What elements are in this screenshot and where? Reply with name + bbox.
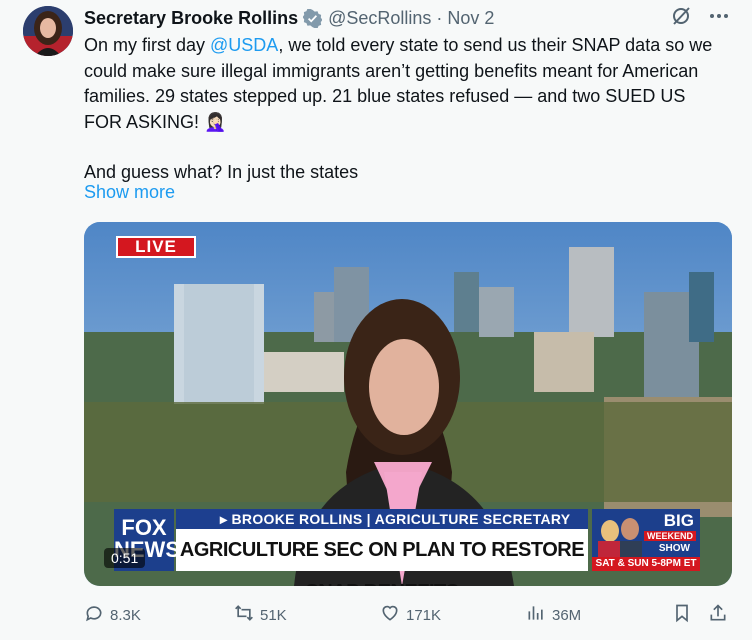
- reply-count: 8.3K: [110, 606, 141, 624]
- verified-badge-icon: [302, 7, 323, 29]
- text-segment: On my first day: [84, 35, 211, 55]
- chyron-headline: AGRICULTURE SEC ON PLAN TO RESTORE SNAP …: [176, 529, 588, 586]
- share-icon: [708, 603, 728, 627]
- chyron-name-bar: ▸ BROOKE ROLLINS | AGRICULTURE SECRETARY: [176, 509, 588, 529]
- author-handle[interactable]: @SecRollins: [328, 8, 431, 29]
- video-player[interactable]: LIVE FOX NEWS ▸ BROOKE ROLLINS | AGRICUL…: [84, 222, 732, 586]
- post-paragraph-2: And guess what? In just the states: [84, 162, 359, 182]
- mention-link[interactable]: @USDA: [210, 35, 278, 55]
- bookmark-icon: [672, 603, 692, 627]
- like-count: 171K: [406, 606, 442, 624]
- promo-time: SAT & SUN 5-8PM ET: [592, 557, 700, 571]
- reply-icon: [84, 603, 104, 627]
- promo-show: SHOW: [658, 543, 690, 554]
- post-text: On my first day @USDA, we told every sta…: [84, 33, 724, 186]
- repost-button[interactable]: 51K: [234, 600, 287, 630]
- promo-subtitle: WEEKEND: [643, 531, 696, 541]
- repost-icon: [234, 603, 254, 627]
- heart-icon: [380, 603, 400, 627]
- like-button[interactable]: 171K: [380, 600, 441, 630]
- promo-title: BIG: [663, 511, 694, 530]
- live-badge: LIVE: [116, 236, 196, 258]
- analytics-icon: [526, 603, 546, 627]
- post-date[interactable]: Nov 2: [447, 8, 494, 29]
- share-button[interactable]: [708, 600, 728, 630]
- more-options-icon[interactable]: [708, 5, 730, 32]
- post-header: Secretary Brooke Rollins @SecRollins · N…: [84, 6, 730, 30]
- reply-button[interactable]: 8.3K: [84, 600, 141, 630]
- view-count: 36M: [552, 606, 582, 624]
- author-name[interactable]: Secretary Brooke Rollins: [84, 8, 298, 29]
- video-duration: 0:51: [104, 548, 146, 568]
- action-bar: 8.3K 51K 171K 36M: [84, 600, 734, 630]
- repost-count: 51K: [260, 606, 287, 624]
- show-more-link[interactable]: Show more: [84, 182, 175, 203]
- bookmark-button[interactable]: [672, 600, 692, 630]
- separator-dot: ·: [436, 7, 443, 28]
- post-paragraph-1: On my first day @USDA, we told every sta…: [84, 33, 724, 135]
- grok-icon[interactable]: [670, 5, 692, 32]
- views-button[interactable]: 36M: [526, 600, 581, 630]
- show-promo: BIG WEEKEND SHOW SAT & SUN 5-8PM ET: [592, 509, 700, 571]
- avatar[interactable]: [23, 6, 73, 56]
